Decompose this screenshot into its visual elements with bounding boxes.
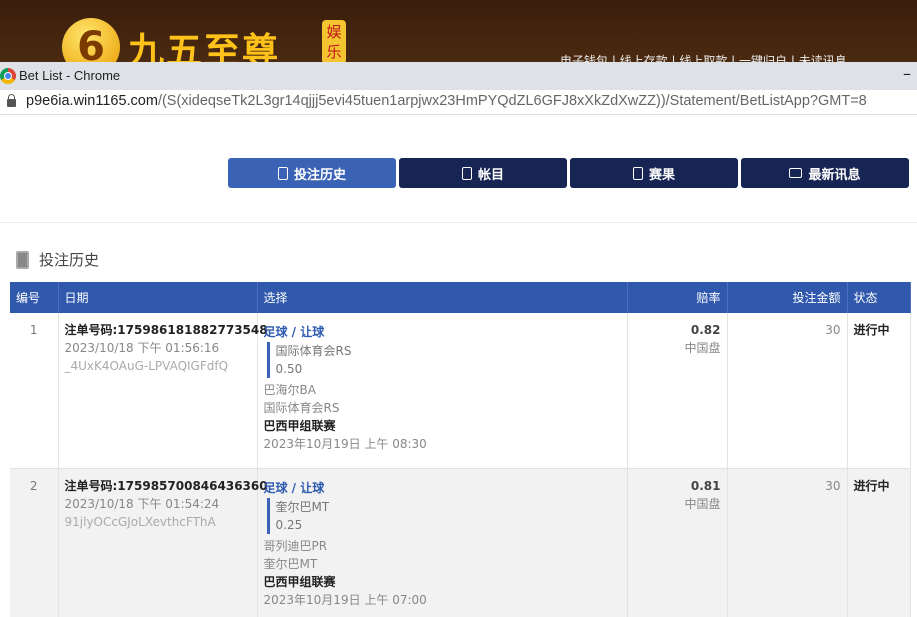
bet-ref: 91jlyOCcGJoLXevthcFThA [64,514,216,529]
col-odds: 赔率 [627,282,728,313]
bet-table: 编号 日期 选择 赔率 投注金额 状态 1 注单号码:1759861818827… [10,282,911,617]
tab-label: 赛果 [648,167,675,183]
col-selection: 选择 [257,282,628,313]
tab-messages[interactable]: 最新讯息 [741,158,909,188]
pick-team: 国际体育会RS [275,344,352,358]
away-team: 国际体育会RS [263,401,340,415]
logo-badge: 娱乐 [322,20,346,62]
bet-id: 注单号码:175986181882773548 [64,323,268,337]
logo-text: 九五至尊 [128,31,281,62]
match-time: 2023年10月19日 上午 08:30 [263,437,427,451]
mail-icon [789,168,803,178]
lock-icon [7,94,16,107]
top-menu[interactable]: 电子钱包 | 线上存款 | 线上取款 | 一键归户 | 未读讯息 [560,52,847,62]
table-row: 1 注单号码:175986181882773548 2023/10/18 下午 0… [10,313,911,469]
odds: 0.81 [690,478,721,493]
minimize-button[interactable]: – [903,64,911,83]
pick: 奎尔巴MT 0.25 [266,497,621,534]
table-row: 2 注单号码:175985700846436360 2023/10/18 下午 0… [10,468,911,617]
logo-icon: 6 [62,18,120,62]
url-path: /(S(xideqseTk2L3gr14qjjj5evi45tuen1arpjw… [157,93,867,109]
tab-bet-history[interactable]: 投注历史 [228,158,396,188]
sport-type: 足球 / 让球 [263,325,325,339]
section-title-text: 投注历史 [39,251,100,269]
bet-datetime: 2023/10/18 下午 01:54:24 [64,496,220,511]
home-team: 巴海尔BA [263,383,316,397]
odds-type: 中国盘 [684,496,721,511]
url-host: p9e6ia.win1165.com [26,93,158,109]
tab-label: 帐目 [477,167,504,183]
bet-ref: _4UxK4OAuG-LPVAQIGFdfQ [64,359,229,373]
tab-label: 最新讯息 [808,167,861,183]
col-no: 编号 [10,282,59,313]
bet-id: 注单号码:175985700846436360 [64,478,268,493]
stake: 30 [727,313,848,469]
tab-account[interactable]: 帐目 [399,158,567,188]
divider [0,222,917,223]
clipboard-icon [16,250,29,269]
section-title: 投注历史 [16,249,99,270]
row-number: 2 [10,468,59,617]
home-team: 哥列迪巴PR [263,538,328,553]
away-team: 奎尔巴MT [263,556,318,571]
col-stake: 投注金额 [727,282,848,313]
tab-results[interactable]: 赛果 [570,158,738,188]
site-header: 6 九五至尊 娱乐 电子钱包 | 线上存款 | 线上取款 | 一键归户 | 未读… [0,0,917,62]
status: 进行中 [847,468,911,617]
bet-datetime: 2023/10/18 下午 01:56:16 [64,341,220,355]
col-status: 状态 [847,282,911,313]
row-number: 1 [10,313,59,469]
window-title: Bet List - Chrome [19,68,121,83]
clipboard-icon [277,166,288,180]
status: 进行中 [847,313,911,469]
nav-tabs: 投注历史 帐目 赛果 最新讯息 [228,158,909,188]
table-header: 编号 日期 选择 赔率 投注金额 状态 [10,282,911,313]
results-icon [632,166,643,180]
tab-label: 投注历史 [293,167,346,183]
match-time: 2023年10月19日 上午 07:00 [263,592,427,607]
odds: 0.82 [690,323,721,337]
pick: 国际体育会RS 0.50 [266,342,621,378]
col-date: 日期 [58,282,258,313]
stake: 30 [727,468,848,617]
league: 巴西甲组联赛 [263,574,336,589]
chrome-icon [0,68,16,84]
address-bar[interactable]: p9e6ia.win1165.com/(S(xideqseTk2L3gr14qj… [0,90,917,115]
pick-team: 奎尔巴MT [275,499,330,514]
sport-type: 足球 / 让球 [263,480,325,495]
ledger-icon [461,166,472,180]
handicap: 0.25 [275,517,303,532]
window-titlebar: Bet List - Chrome – [0,62,917,90]
handicap: 0.50 [275,362,303,376]
league: 巴西甲组联赛 [263,419,336,433]
odds-type: 中国盘 [684,341,721,355]
